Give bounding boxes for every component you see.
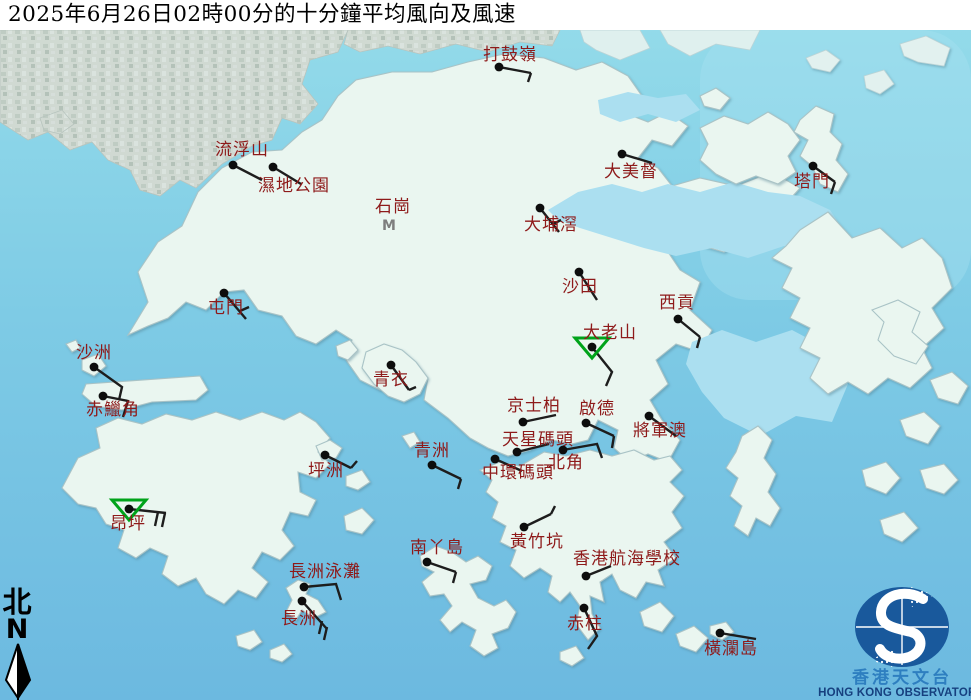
station-label: 大埔滘: [524, 215, 578, 235]
station-dot: [228, 160, 238, 170]
station-label: 打鼓嶺: [483, 45, 537, 65]
station-dot: [579, 603, 589, 613]
hko-name-zh: 香港天文台: [852, 667, 952, 688]
station-dot: [422, 557, 432, 567]
station-label: 北角: [548, 453, 584, 473]
station-label: 青洲: [414, 441, 450, 461]
station-label: 長洲: [281, 609, 317, 629]
station-dot: [268, 162, 278, 172]
north-letter-label: N: [6, 614, 29, 645]
station-label: 石崗: [375, 197, 411, 217]
station-dot: [519, 522, 529, 532]
station-label: 將軍澳: [633, 421, 687, 441]
station-label: 濕地公園: [258, 176, 330, 196]
station-label: 京士柏: [507, 396, 561, 416]
station-label: 塔門: [794, 172, 830, 192]
map-canvas: 打鼓嶺流浮山濕地公園石崗M 大美督塔門大埔滘沙田西貢 屯門沙洲赤鱲角 青衣青洲 京士柏啟…: [0, 0, 971, 700]
station-dot: [535, 203, 545, 213]
station-dot: [715, 628, 725, 638]
map-title: 2025年6月26日02時00分的十分鐘平均風向及風速: [0, 0, 971, 30]
north-indicator: 北 N: [2, 585, 32, 700]
station-label: 坪洲: [308, 461, 344, 481]
wu-kau-tang: [699, 111, 801, 185]
station-dot: [427, 460, 437, 470]
station-label: 沙田: [562, 277, 598, 297]
station-label: 屯門: [208, 298, 244, 318]
station-label: 流浮山: [215, 140, 269, 160]
station-dot: [320, 450, 330, 460]
station-dot: [518, 417, 528, 427]
station-label: 昂坪: [110, 514, 146, 534]
station-label: 西貢: [659, 293, 695, 313]
station-label: 大美督: [604, 162, 658, 182]
station-label: 長洲泳灘: [289, 562, 361, 582]
station-label: 黃竹坑: [510, 532, 564, 552]
station-label: 橫瀾島: [704, 639, 758, 659]
station-dot: [617, 149, 627, 159]
station-label: 南丫島: [410, 538, 464, 558]
station-dot: [574, 267, 584, 277]
station-dot: [297, 596, 307, 606]
station-label: 赤柱: [567, 614, 603, 634]
station-dot: [219, 288, 229, 298]
station-label: 沙洲: [76, 343, 112, 363]
station-label: 香港航海學校: [573, 549, 681, 569]
station-dot: [581, 418, 591, 428]
station-label: 青衣: [373, 370, 409, 390]
station-label: 大老山: [583, 323, 637, 343]
station-dot: [89, 362, 99, 372]
no-data-marker: M: [382, 218, 396, 234]
hko-wind-map: 打鼓嶺流浮山濕地公園石崗 M 大美督塔門大埔滘沙田西貢 屯門沙洲赤鱲角 青衣青洲 京士柏啟…: [0, 0, 971, 700]
station-dot: [808, 161, 818, 171]
station-dot: [581, 571, 591, 581]
station-dot: [386, 360, 396, 370]
station-dot: [124, 504, 134, 514]
station-label: 中環碼頭: [482, 463, 554, 483]
station-dot: [587, 342, 597, 352]
station-label: 赤鱲角: [86, 400, 140, 420]
station-dot: [299, 582, 309, 592]
hko-name-en: HONG KONG OBSERVATORY: [818, 687, 971, 699]
station-dot: [673, 314, 683, 324]
station-dot: [644, 411, 654, 421]
station-label: 啟德: [579, 399, 615, 419]
